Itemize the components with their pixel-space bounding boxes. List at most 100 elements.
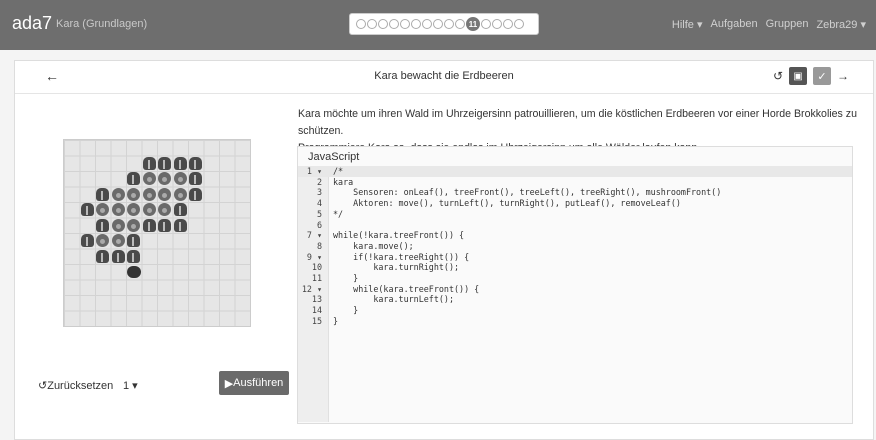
broccoli-icon: [142, 187, 156, 201]
line-number: 3: [316, 187, 322, 198]
progress-dot-current[interactable]: 11: [466, 17, 480, 31]
progress-dot[interactable]: [389, 19, 399, 29]
progress-dot[interactable]: [481, 19, 491, 29]
code-line[interactable]: */: [333, 209, 343, 220]
tree-icon: [189, 172, 202, 185]
line-number: 9 ▾: [306, 251, 322, 262]
code-line[interactable]: kara: [333, 177, 353, 188]
tree-icon: [127, 249, 140, 263]
progress-dot[interactable]: [356, 19, 366, 29]
line-number: 2: [316, 176, 322, 187]
app-brand[interactable]: ada7: [12, 13, 52, 34]
reset-button[interactable]: ↺Zurücksetzen: [38, 379, 113, 392]
broccoli-icon: [127, 187, 140, 201]
progress-dot[interactable]: [400, 19, 410, 29]
progress-dot[interactable]: [422, 19, 432, 29]
tasks-link[interactable]: Aufgaben: [711, 18, 758, 31]
code-line[interactable]: }: [333, 273, 358, 284]
tree-icon: [189, 187, 202, 201]
code-line[interactable]: kara.move();: [333, 241, 414, 252]
code-line[interactable]: kara.turnLeft();: [333, 294, 454, 305]
broccoli-icon: [111, 203, 125, 216]
broccoli-icon: [158, 187, 171, 201]
broccoli-icon: [127, 203, 140, 216]
tree-icon: [189, 156, 202, 170]
progress-dot[interactable]: [433, 19, 443, 29]
progress-dot[interactable]: [514, 19, 524, 29]
broccoli-icon: [127, 218, 140, 232]
broccoli-icon: [96, 203, 109, 216]
broccoli-icon: [173, 172, 187, 185]
broccoli-icon: [142, 203, 156, 216]
line-number: 6: [316, 219, 322, 230]
broccoli-icon: [96, 234, 109, 247]
line-number: 15: [311, 315, 322, 326]
run-controls: ↺Zurücksetzen 1 ▾ ▶ Ausführen: [33, 371, 307, 397]
tree-icon: [142, 218, 156, 232]
line-number: 12 ▾: [301, 283, 322, 294]
broccoli-icon: [142, 172, 156, 185]
run-button[interactable]: ▶ Ausführen: [219, 371, 289, 395]
line-number: 1 ▾: [306, 166, 322, 176]
tree-icon: [173, 203, 187, 216]
nav-links: Hilfe ▾ Aufgaben Gruppen Zebra29 ▾: [672, 18, 866, 31]
undo-icon[interactable]: ↺: [773, 69, 783, 83]
line-number: 13: [311, 294, 322, 305]
code-line[interactable]: Aktoren: move(), turnLeft(), turnRight()…: [333, 198, 681, 209]
broccoli-icon: [158, 172, 171, 185]
code-line[interactable]: }: [333, 316, 338, 327]
speed-select[interactable]: 1 ▾: [123, 379, 138, 392]
broccoli-icon: [173, 187, 187, 201]
tree-icon: [127, 234, 140, 247]
language-label: JavaScript: [308, 151, 360, 163]
code-line[interactable]: Sensoren: onLeaf(), treeFront(), treeLef…: [333, 187, 721, 198]
progress-dot[interactable]: [367, 19, 377, 29]
next-task-arrow-icon[interactable]: →: [837, 69, 849, 83]
code-line[interactable]: kara.turnRight();: [333, 262, 459, 273]
line-number: 8: [316, 240, 322, 251]
tree-icon: [96, 187, 109, 201]
code-line[interactable]: while(!kara.treeFront()) {: [333, 230, 464, 241]
progress-dot[interactable]: [455, 19, 465, 29]
broccoli-icon: [111, 234, 125, 247]
tree-icon: [142, 156, 156, 170]
tree-icon: [80, 203, 94, 216]
card-header: ← Kara bewacht die Erdbeeren ↺ ▣ ✓ →: [15, 61, 873, 94]
task-title: Kara bewacht die Erdbeeren: [374, 70, 514, 82]
task-progress[interactable]: 11: [349, 13, 539, 35]
code-line[interactable]: }: [333, 305, 358, 316]
tree-icon: [173, 218, 187, 232]
active-line-highlight: [298, 166, 852, 177]
task-card: ← Kara bewacht die Erdbeeren ↺ ▣ ✓ → ↺Zu…: [14, 60, 874, 440]
code-line[interactable]: /*: [333, 166, 343, 177]
kara-ladybug-icon: [127, 266, 141, 278]
line-number: 5: [316, 208, 322, 219]
progress-dot[interactable]: [378, 19, 388, 29]
progress-dot[interactable]: [492, 19, 502, 29]
progress-dot[interactable]: [444, 19, 454, 29]
line-number: 4: [316, 198, 322, 209]
code-line[interactable]: if(!kara.treeRight()) {: [333, 252, 469, 263]
tree-icon: [96, 218, 109, 232]
kara-world-grid: [63, 139, 251, 327]
tree-icon: [158, 218, 171, 232]
code-editor[interactable]: JavaScript 1 ▾ /* 2 kara 3 Sensoren: onLeaf(…: [297, 146, 853, 424]
progress-dot[interactable]: [503, 19, 513, 29]
help-menu[interactable]: Hilfe ▾: [672, 18, 703, 31]
save-icon[interactable]: ▣: [789, 67, 807, 85]
tree-icon: [96, 249, 109, 263]
tree-icon: [158, 156, 171, 170]
check-icon[interactable]: ✓: [813, 67, 831, 85]
tree-icon: [173, 156, 187, 170]
broccoli-icon: [158, 203, 171, 216]
top-navbar: ada7 Kara (Grundlagen) 11 Hilfe ▾ Aufgab…: [0, 0, 876, 50]
header-actions: ↺ ▣ ✓ →: [773, 67, 849, 85]
line-number: 14: [311, 305, 322, 316]
groups-link[interactable]: Gruppen: [766, 18, 809, 31]
code-line[interactable]: while(kara.treeFront()) {: [333, 284, 479, 295]
description-line: Kara möchte um ihren Wald im Uhrzeigersi…: [298, 108, 857, 137]
play-icon: ▶: [224, 377, 234, 390]
user-menu[interactable]: Zebra29 ▾: [816, 18, 866, 31]
progress-dot[interactable]: [411, 19, 421, 29]
broccoli-icon: [111, 218, 125, 232]
